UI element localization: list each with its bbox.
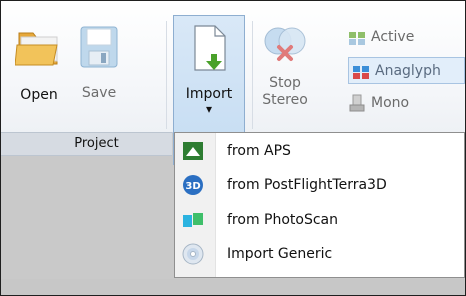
group-label-project: Project <box>74 136 119 151</box>
save-label: Save <box>81 85 117 101</box>
menu-item-from-aps[interactable]: from APS <box>175 137 464 165</box>
menu-item-label: from APS <box>227 143 291 159</box>
3d-icon: 3D <box>183 175 203 195</box>
active-label: Active <box>371 29 415 45</box>
mono-button[interactable]: Mono <box>347 91 457 115</box>
bottom-strip <box>1 279 465 295</box>
anaglyph-button[interactable]: Anaglyph <box>348 57 465 84</box>
stop-stereo-button[interactable]: Stop Stereo <box>257 15 313 135</box>
menu-item-from-postflightterra3d[interactable]: 3D from PostFlightTerra3D <box>175 171 464 199</box>
menu-item-from-photoscan[interactable]: from PhotoScan <box>175 206 464 234</box>
open-label: Open <box>20 87 58 103</box>
save-button[interactable]: Save <box>73 15 125 125</box>
chevron-down-icon: ▾ <box>205 102 213 116</box>
stop-stereo-label-line1: Stop <box>269 75 301 91</box>
open-button[interactable]: Open <box>13 15 65 125</box>
import-dropdown-menu: from APS 3D from PostFlightTerra3D from … <box>174 132 465 278</box>
photoscan-icon <box>183 213 203 227</box>
ribbon-separator <box>252 21 253 129</box>
active-view-icon <box>349 32 365 45</box>
mono-view-icon <box>349 94 365 112</box>
floppy-disk-icon <box>80 26 118 68</box>
svg-text:3D: 3D <box>185 181 200 192</box>
ribbon-separator <box>166 21 167 129</box>
mono-label: Mono <box>371 95 410 111</box>
ribbon: Open Save Import ▾ Stop Stereo Active An… <box>1 1 465 165</box>
import-document-icon <box>194 25 226 71</box>
menu-item-label: from PhotoScan <box>227 212 339 228</box>
anaglyph-label: Anaglyph <box>375 62 441 79</box>
stop-stereo-icon <box>264 27 306 61</box>
folder-open-icon <box>15 32 58 66</box>
active-button[interactable]: Active <box>347 25 457 49</box>
stop-stereo-label-line2: Stereo <box>262 92 308 108</box>
aps-icon <box>183 142 203 160</box>
import-label: Import <box>185 86 233 102</box>
anaglyph-view-icon <box>353 65 369 79</box>
menu-item-label: from PostFlightTerra3D <box>227 177 387 193</box>
app-frame: Open Save Import ▾ Stop Stereo Active An… <box>0 0 466 296</box>
disc-icon <box>182 243 204 265</box>
menu-item-label: Import Generic <box>227 246 333 262</box>
menu-item-import-generic[interactable]: Import Generic <box>175 240 464 268</box>
ribbon-group-label-bar: Project <box>1 132 172 156</box>
